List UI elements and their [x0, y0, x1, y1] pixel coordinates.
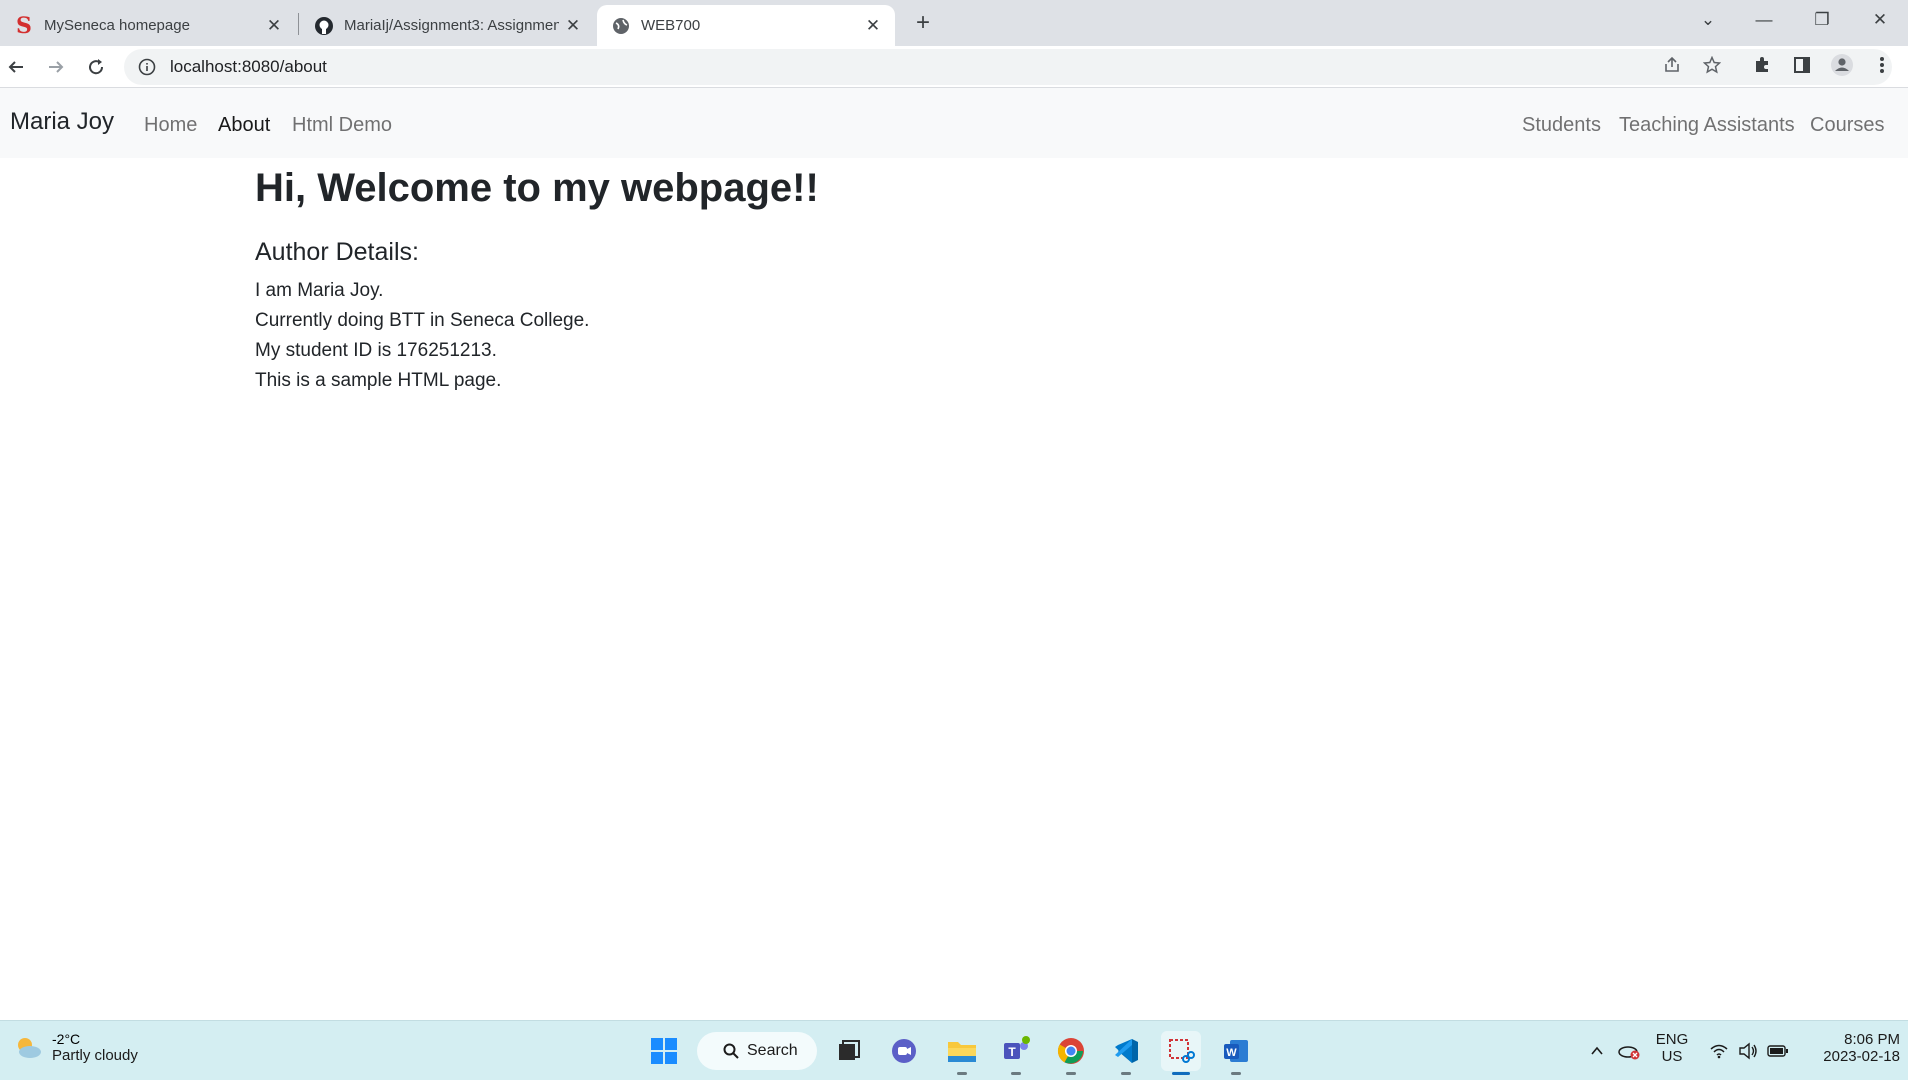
globe-icon [611, 16, 631, 36]
seneca-s-icon: S [16, 12, 32, 39]
nav-link-about[interactable]: About [218, 114, 270, 137]
weather-description: Partly cloudy [52, 1047, 138, 1064]
forward-button[interactable] [40, 51, 72, 83]
vscode-icon[interactable] [1106, 1031, 1146, 1075]
menu-kebab-icon[interactable] [1866, 49, 1898, 81]
detail-line: Currently doing BTT in Seneca College. [255, 310, 590, 331]
language-indicator[interactable]: ENG US [1652, 1031, 1692, 1065]
clock-date: 2023-02-18 [1823, 1048, 1900, 1065]
browser-toolbar: localhost:8080/about [0, 46, 1908, 88]
minimize-button[interactable]: — [1736, 0, 1792, 40]
profile-avatar-icon[interactable] [1826, 49, 1858, 81]
bookmark-star-icon[interactable] [1696, 49, 1728, 81]
onedrive-error-icon[interactable] [1609, 1031, 1649, 1071]
author-details-list: I am Maria Joy. Currently doing BTT in S… [255, 276, 819, 396]
running-indicator [1066, 1072, 1076, 1075]
close-window-button[interactable]: ✕ [1852, 0, 1908, 40]
detail-line: I am Maria Joy. [255, 280, 384, 301]
start-windows-icon[interactable] [644, 1031, 684, 1071]
tab-separator [298, 13, 299, 35]
side-panel-icon[interactable] [1786, 49, 1818, 81]
task-view-icon[interactable] [829, 1031, 869, 1071]
nav-link-home[interactable]: Home [144, 114, 197, 137]
language-code: ENG [1655, 1031, 1689, 1048]
svg-text:W: W [1226, 1047, 1237, 1059]
nav-link-teaching-assistants[interactable]: Teaching Assistants [1619, 114, 1795, 137]
tab-title: MySeneca homepage [44, 17, 190, 34]
chat-icon[interactable] [884, 1031, 924, 1071]
tab-title: WEB700 [641, 17, 701, 34]
close-icon[interactable]: ✕ [559, 12, 587, 40]
author-details-heading: Author Details: [255, 238, 419, 266]
svg-text:T: T [1008, 1045, 1016, 1059]
running-indicator [1011, 1072, 1021, 1075]
tab-web700[interactable]: WEB700 ✕ [597, 5, 895, 46]
back-button[interactable] [0, 51, 32, 83]
snipping-tool-icon[interactable] [1161, 1031, 1201, 1075]
close-icon[interactable]: ✕ [859, 12, 887, 40]
search-label: Search [747, 1042, 798, 1059]
new-tab-button[interactable]: + [908, 8, 938, 38]
taskbar-search[interactable]: Search [697, 1032, 817, 1070]
word-icon[interactable]: W [1216, 1031, 1256, 1075]
file-explorer-icon[interactable] [942, 1031, 982, 1075]
url-text: localhost:8080/about [170, 57, 327, 76]
active-indicator [1172, 1072, 1190, 1075]
running-indicator [1231, 1072, 1241, 1075]
chrome-icon[interactable] [1051, 1031, 1091, 1075]
windows-taskbar: -2°C Partly cloudy Search T W ENG US 8:0… [0, 1020, 1908, 1080]
browser-tab-strip: S MySeneca homepage ✕ MariaIj/Assignment… [0, 0, 1908, 46]
main-content: Hi, Welcome to my webpage!! Author Detai… [255, 158, 819, 396]
battery-icon[interactable] [1758, 1031, 1798, 1071]
reload-button[interactable] [80, 51, 112, 83]
language-region: US [1661, 1048, 1683, 1065]
partly-cloudy-icon [12, 1032, 44, 1064]
tab-github[interactable]: MariaIj/Assignment3: Assignment ✕ [300, 5, 595, 46]
close-icon[interactable]: ✕ [260, 12, 288, 40]
restore-button[interactable]: ❐ [1794, 0, 1850, 40]
share-icon[interactable] [1656, 49, 1688, 81]
clock[interactable]: 8:06 PM 2023-02-18 [1800, 1031, 1900, 1065]
detail-line: This is a sample HTML page. [255, 370, 502, 391]
running-indicator [1121, 1072, 1131, 1075]
teams-icon[interactable]: T [996, 1031, 1036, 1075]
github-icon [314, 16, 334, 36]
weather-temperature: -2°C [52, 1031, 81, 1047]
extensions-icon[interactable] [1746, 49, 1778, 81]
clock-time: 8:06 PM [1844, 1031, 1900, 1048]
site-info-icon[interactable] [138, 58, 156, 76]
address-bar[interactable]: localhost:8080/about [124, 49, 1892, 85]
nav-link-courses[interactable]: Courses [1810, 114, 1884, 137]
tab-search-icon[interactable]: ⌄ [1680, 0, 1736, 40]
site-navbar: Maria Joy Home About Html Demo Students … [0, 88, 1908, 158]
running-indicator [957, 1072, 967, 1075]
search-icon [723, 1043, 739, 1059]
nav-link-html-demo[interactable]: Html Demo [292, 114, 392, 137]
page-title: Hi, Welcome to my webpage!! [255, 166, 819, 210]
detail-line: My student ID is 176251213. [255, 340, 497, 361]
tab-title: MariaIj/Assignment3: Assignment [344, 17, 559, 34]
navbar-brand[interactable]: Maria Joy [10, 108, 114, 136]
nav-link-students[interactable]: Students [1522, 114, 1601, 137]
weather-widget[interactable]: -2°C Partly cloudy [12, 1031, 138, 1064]
tab-myseneca[interactable]: S MySeneca homepage ✕ [0, 5, 296, 46]
